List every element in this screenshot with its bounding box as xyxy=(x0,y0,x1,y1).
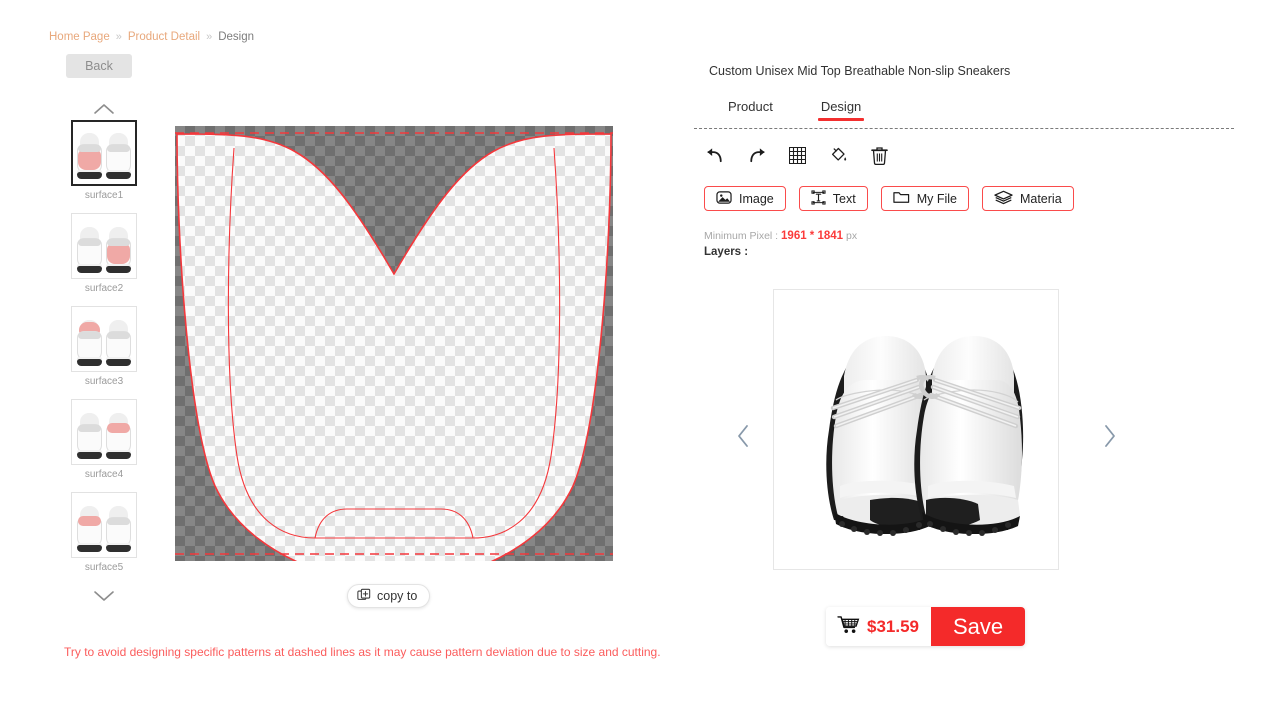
surface-label-5: surface5 xyxy=(84,562,124,573)
surface-thumbnail-rail: surface1 surface2 surface3 surface4 surf… xyxy=(60,98,148,607)
breadcrumb-item-home-page[interactable]: Home Page xyxy=(49,31,110,43)
surface-label-4: surface4 xyxy=(84,469,124,480)
minimum-pixel-label: Minimum Pixel : xyxy=(704,230,779,242)
editor-toolbar xyxy=(704,144,890,166)
image-icon xyxy=(716,190,732,208)
product-title: Custom Unisex Mid Top Breathable Non-sli… xyxy=(709,64,1011,78)
tab-product-label: Product xyxy=(728,99,773,114)
scroll-up-chevron-icon[interactable] xyxy=(60,98,148,120)
surface-item[interactable]: surface3 xyxy=(60,306,148,399)
section-divider xyxy=(694,128,1234,129)
right-panel: Custom Unisex Mid Top Breathable Non-sli… xyxy=(690,0,1250,720)
sneaker-mini-preview xyxy=(76,129,132,179)
surface-thumbnail-2[interactable] xyxy=(71,213,137,279)
surface-label-1: surface1 xyxy=(84,190,124,201)
surface-thumbnail-1[interactable] xyxy=(71,120,137,186)
breadcrumb: Home Page » Product Detail » Design xyxy=(49,31,254,43)
minimum-pixel-unit: px xyxy=(846,230,858,242)
surface-label-3: surface3 xyxy=(84,376,124,387)
breadcrumb-item-product-detail[interactable]: Product Detail xyxy=(128,31,200,43)
breadcrumb-separator: » xyxy=(115,31,122,43)
layers-label: Layers : xyxy=(704,246,749,258)
sneaker-mini-preview xyxy=(76,409,132,459)
copy-icon xyxy=(357,588,371,605)
pattern-warning-text: Try to avoid designing specific patterns… xyxy=(64,645,661,659)
undo-icon[interactable] xyxy=(704,144,726,166)
material-label: Materia xyxy=(1019,191,1062,206)
tab-bar: Product Design xyxy=(704,99,885,121)
pattern-outline-overlay xyxy=(175,132,613,561)
back-button[interactable]: Back xyxy=(66,54,132,78)
surface-item[interactable]: surface4 xyxy=(60,399,148,492)
breadcrumb-item-design: Design xyxy=(218,31,255,43)
layers-icon xyxy=(994,190,1013,208)
chevron-right-icon[interactable] xyxy=(1093,418,1127,454)
sneaker-mini-preview xyxy=(76,316,132,366)
folder-icon xyxy=(893,190,910,208)
scroll-down-chevron-icon[interactable] xyxy=(60,585,148,607)
surface-item[interactable]: surface2 xyxy=(60,213,148,306)
add-image-label: Image xyxy=(739,191,774,206)
add-element-buttons: Image Text My File Materia xyxy=(704,186,1074,211)
material-button[interactable]: Materia xyxy=(981,186,1074,211)
breadcrumb-separator: » xyxy=(206,31,213,43)
redo-icon[interactable] xyxy=(745,144,767,166)
purchase-bar: $31.59 Save xyxy=(826,607,1026,646)
my-file-button[interactable]: My File xyxy=(880,186,969,211)
my-file-label: My File xyxy=(916,191,957,206)
sneaker-preview-illustration xyxy=(774,290,1058,569)
surface-label-2: surface2 xyxy=(84,283,124,294)
surface-item[interactable]: surface5 xyxy=(60,492,148,585)
tab-design-label: Design xyxy=(820,99,862,114)
design-canvas[interactable] xyxy=(175,126,613,561)
fill-bucket-icon[interactable] xyxy=(827,144,849,166)
price-value: $31.59 xyxy=(867,616,919,636)
copy-to-button[interactable]: copy to xyxy=(347,584,431,608)
product-preview-image[interactable] xyxy=(773,289,1059,570)
sneaker-mini-preview xyxy=(76,502,132,552)
surface-item[interactable]: surface1 xyxy=(60,120,148,213)
tab-design[interactable]: Design xyxy=(797,99,885,121)
tab-product[interactable]: Product xyxy=(704,99,797,121)
surface-thumbnail-5[interactable] xyxy=(71,492,137,558)
active-tab-indicator xyxy=(817,118,865,121)
chevron-left-icon[interactable] xyxy=(726,418,760,454)
grid-icon[interactable] xyxy=(786,144,808,166)
copy-to-label: copy to xyxy=(377,589,418,603)
minimum-pixel-info: Minimum Pixel : 1961 * 1841 px xyxy=(704,230,857,242)
save-button[interactable]: Save xyxy=(931,607,1026,646)
sneaker-mini-preview xyxy=(76,223,132,273)
surface-thumbnail-3[interactable] xyxy=(71,306,137,372)
minimum-pixel-value: 1961 * 1841 xyxy=(781,230,844,242)
add-text-label: Text xyxy=(832,191,856,206)
shopping-cart-icon xyxy=(837,615,860,639)
surface-thumbnail-4[interactable] xyxy=(71,399,137,465)
text-box-icon xyxy=(811,189,826,208)
add-image-button[interactable]: Image xyxy=(704,186,786,211)
price-display: $31.59 xyxy=(826,607,931,646)
trash-icon[interactable] xyxy=(868,144,890,166)
design-editor-page: Home Page » Product Detail » Design Back… xyxy=(0,0,1280,720)
add-text-button[interactable]: Text xyxy=(798,186,868,211)
